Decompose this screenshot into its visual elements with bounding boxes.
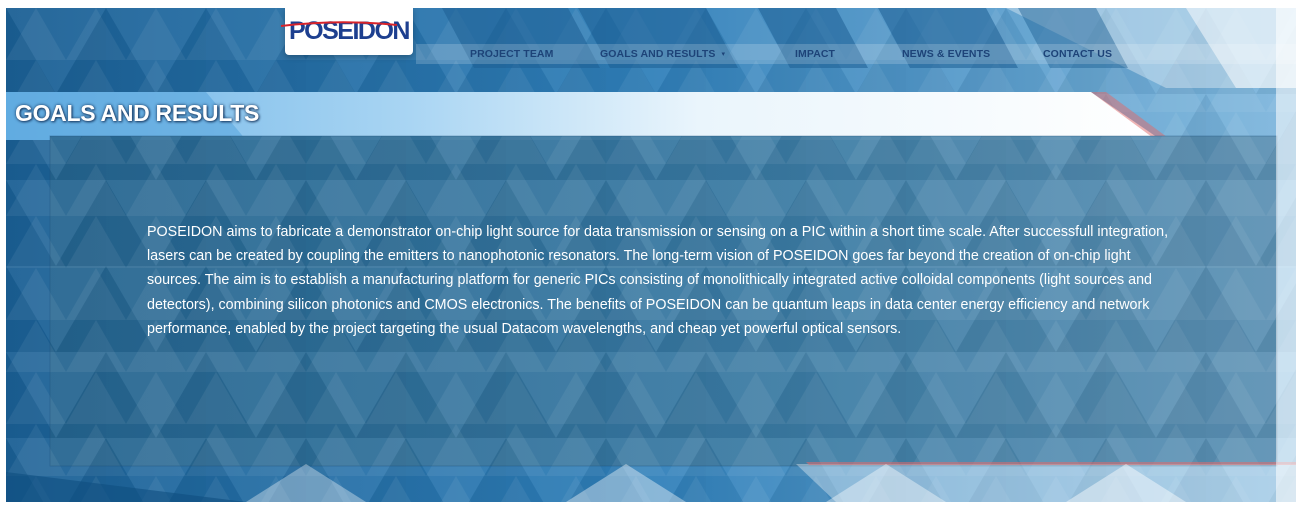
page-title: GOALS AND RESULTS — [15, 100, 260, 126]
nav-item-contact-us[interactable]: CONTACT US — [1043, 48, 1112, 60]
main-nav: PROJECT TEAM GOALS AND RESULTS ▾ IMPACT N… — [6, 48, 1296, 64]
nav-item-project-team[interactable]: PROJECT TEAM — [470, 48, 553, 60]
content-body-text: POSEIDON aims to fabricate a demonstrato… — [147, 224, 1169, 337]
nav-item-impact[interactable]: IMPACT — [795, 48, 835, 60]
nav-item-news-events[interactable]: NEWS & EVENTS — [902, 48, 990, 60]
chevron-down-icon: ▾ — [721, 51, 726, 58]
page-frame: POSEIDON PROJECT TEAM GOALS AND RESULTS ▾… — [6, 8, 1296, 502]
nav-item-goals-and-results[interactable]: GOALS AND RESULTS ▾ — [600, 48, 725, 60]
content-panel: POSEIDON aims to fabricate a demonstrato… — [50, 136, 1277, 466]
logo-swoosh-icon — [281, 21, 397, 27]
nav-item-label: GOALS AND RESULTS — [600, 48, 716, 60]
